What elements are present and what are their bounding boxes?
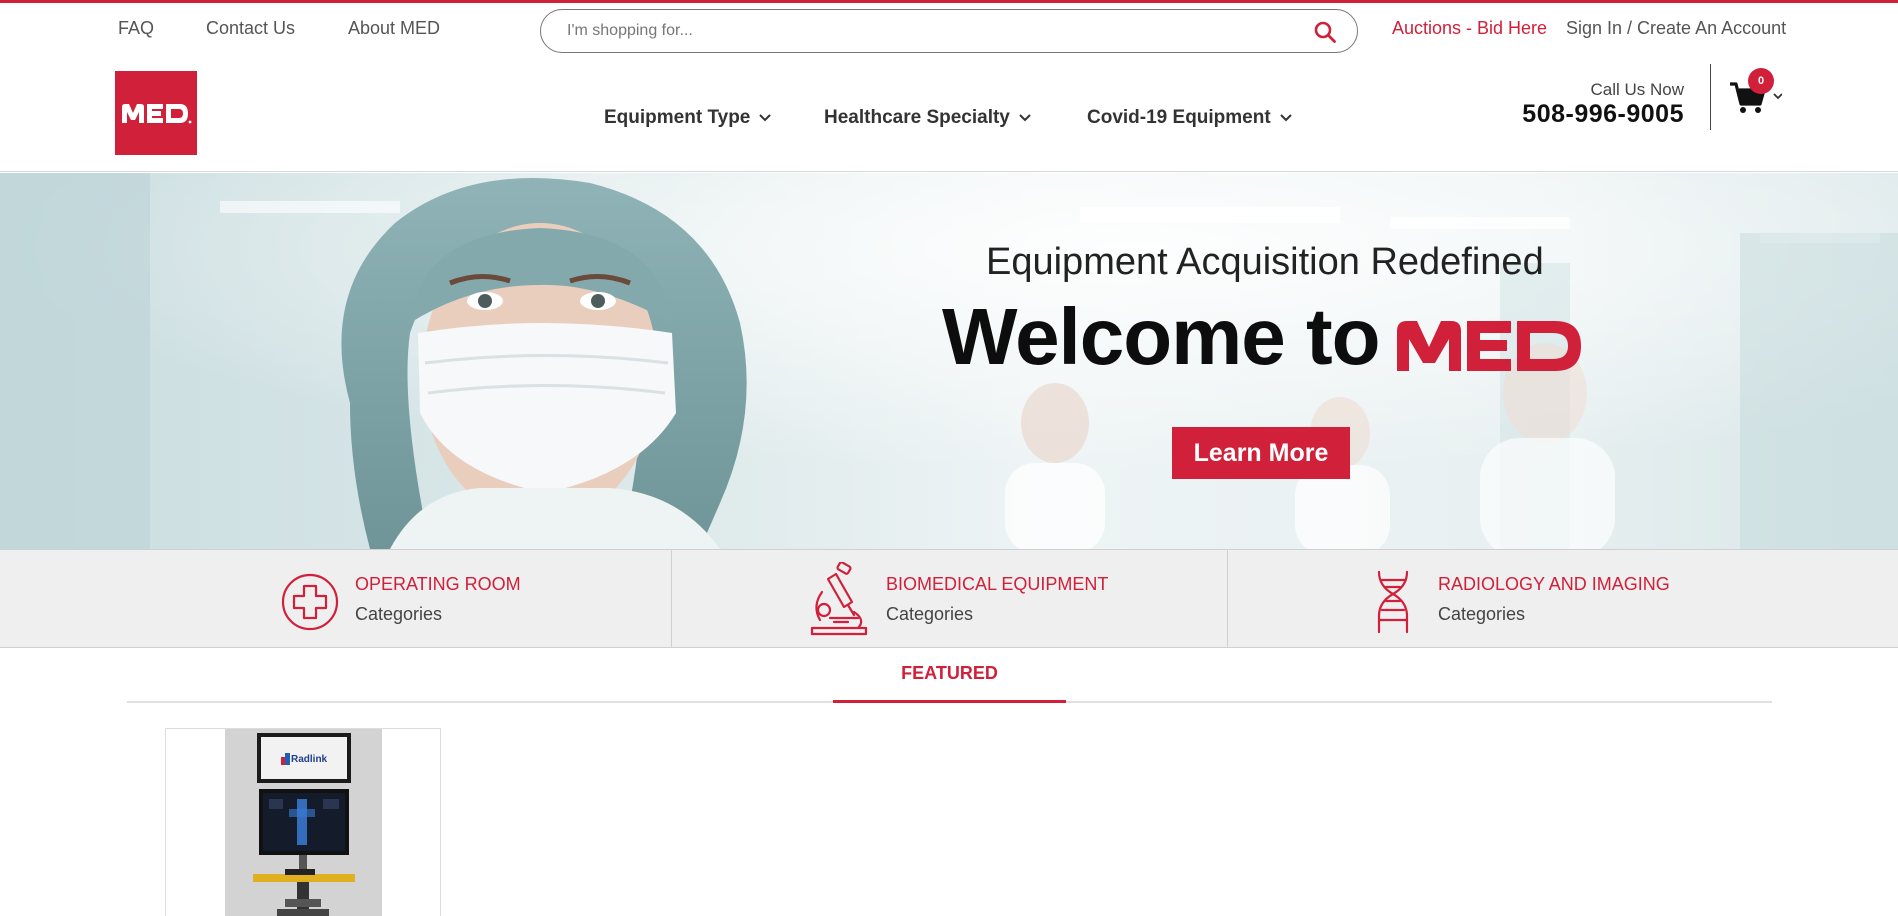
tab-featured[interactable]: FEATURED [833,660,1066,703]
hero-subtitle: Equipment Acquisition Redefined [986,241,1544,283]
med-logo-mark [122,104,192,124]
chevron-down-icon [1019,114,1031,122]
product-image: Radlink [225,729,382,916]
category-subtitle: Categories [355,604,443,624]
search-bar [540,9,1358,53]
microscope-icon [810,562,868,636]
hero-med-logo [1397,321,1581,371]
dna-icon [1377,570,1409,634]
phone-number[interactable]: 508-996-9005 [1522,100,1684,129]
category-radiology-and-imaging[interactable]: RADIOLOGY AND IMAGING Categories [1228,550,1898,647]
about-med-link[interactable]: About MED [348,18,440,39]
hero-banner: Equipment Acquisition Redefined Welcome … [0,173,1898,549]
category-operating-room[interactable]: OPERATING ROOM Categories [0,550,671,647]
faq-link[interactable]: FAQ [118,18,154,39]
search-icon[interactable] [1313,20,1337,44]
product-brand-text: Radlink [291,754,328,765]
nav-covid-19-equipment[interactable]: Covid-19 Equipment [1087,107,1293,129]
medical-cross-icon [281,573,339,631]
main-header: Equipment Type Healthcare Specialty Covi… [0,54,1898,172]
category-subtitle: Categories [886,604,974,624]
top-utility-bar: FAQ Contact Us About MED Auctions - Bid … [0,0,1898,54]
contact-us-link[interactable]: Contact Us [206,18,295,39]
category-biomedical-equipment[interactable]: BIOMEDICAL EQUIPMENT Categories [672,550,1227,647]
nav-healthcare-specialty[interactable]: Healthcare Specialty [824,107,1032,129]
learn-more-button[interactable]: Learn More [1172,427,1350,479]
chevron-down-icon [759,114,772,122]
chevron-down-icon [1279,114,1292,122]
header-divider [1710,64,1711,130]
category-title: RADIOLOGY AND IMAGING [1438,574,1670,594]
category-title: BIOMEDICAL EQUIPMENT [886,574,1109,594]
search-input[interactable] [567,19,1307,43]
product-card[interactable]: Radlink [165,728,441,916]
category-subtitle: Categories [1438,604,1526,624]
cart-count-badge: 0 [1748,68,1774,94]
category-strip: OPERATING ROOM Categories BIOMEDICAL EQU… [0,549,1898,648]
med-logo[interactable] [115,71,197,155]
category-title: OPERATING ROOM [355,574,521,594]
nav-covid-19-equipment-label: Covid-19 Equipment [1087,107,1271,128]
call-us-label: Call Us Now [1590,80,1684,99]
nav-equipment-type-label: Equipment Type [604,107,751,128]
nav-equipment-type[interactable]: Equipment Type [604,107,772,129]
nav-healthcare-specialty-label: Healthcare Specialty [824,107,1010,128]
sign-in-link[interactable]: Sign In / Create An Account [1566,18,1786,39]
hero-title: Welcome to [942,292,1380,381]
auctions-link[interactable]: Auctions - Bid Here [1392,18,1547,39]
